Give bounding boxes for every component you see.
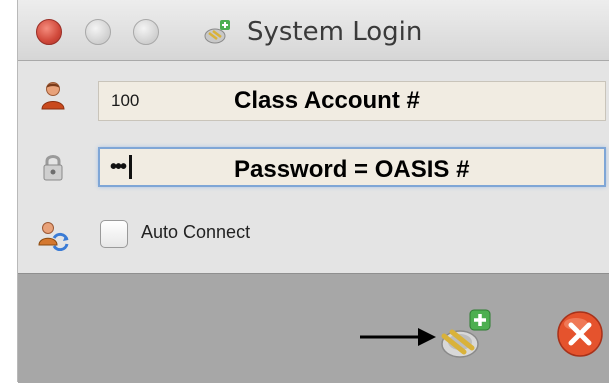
window-title-group: System Login <box>203 14 422 50</box>
user-sync-icon <box>38 222 69 251</box>
cancel-button[interactable] <box>556 310 604 358</box>
account-value: 100 <box>111 91 140 110</box>
window-close-button[interactable] <box>36 19 62 45</box>
window-title: System Login <box>247 17 423 47</box>
text-cursor <box>129 155 133 179</box>
password-masked-value: ••• <box>110 155 127 178</box>
connect-button[interactable] <box>438 308 496 362</box>
login-form: 100 Class Account # ••• Password = OASIS… <box>18 61 609 273</box>
button-bar <box>18 273 609 383</box>
account-annotation: Class Account # <box>234 87 420 114</box>
title-bar[interactable]: System Login <box>18 0 609 61</box>
auto-connect-label[interactable]: Auto Connect <box>141 222 250 243</box>
padlock-icon <box>43 155 63 181</box>
user-icon <box>41 82 65 110</box>
auto-connect-checkbox[interactable] <box>100 220 128 248</box>
close-red-icon <box>557 311 603 357</box>
network-login-icon <box>204 20 230 44</box>
window-minimize-button[interactable] <box>85 19 111 45</box>
right-arrow-icon <box>360 328 436 346</box>
window-zoom-button[interactable] <box>133 19 159 45</box>
plug-add-icon <box>441 309 491 358</box>
login-window: System Login 100 Class Account # ••• Pas… <box>17 0 609 383</box>
password-annotation: Password = OASIS # <box>234 156 470 183</box>
